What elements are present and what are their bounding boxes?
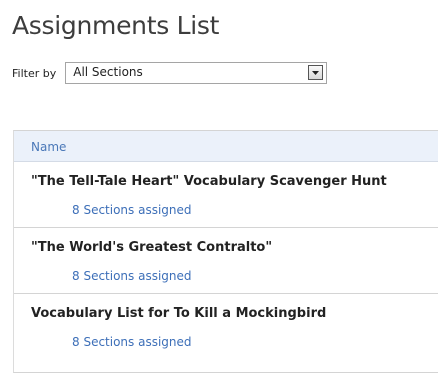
list-item: Vocabulary List for To Kill a Mockingbir…	[14, 294, 438, 360]
section-filter-select[interactable]: All Sections	[65, 62, 328, 84]
sections-assigned-link[interactable]: 8 Sections assigned	[72, 203, 192, 217]
list-item: "The World's Greatest Contralto" 8 Secti…	[14, 228, 438, 294]
assignment-title[interactable]: "The Tell-Tale Heart" Vocabulary Scaveng…	[31, 174, 387, 189]
filter-row: Filter by All Sections	[12, 62, 328, 84]
page-title: Assignments List	[12, 11, 220, 40]
section-filter-value: All Sections	[73, 65, 143, 79]
chevron-down-icon[interactable]	[308, 65, 324, 80]
assignment-title[interactable]: Vocabulary List for To Kill a Mockingbir…	[31, 306, 326, 321]
list-item: "The Tell-Tale Heart" Vocabulary Scaveng…	[14, 162, 438, 228]
filter-label: Filter by	[12, 66, 57, 80]
name-column-header[interactable]: Name	[31, 140, 66, 154]
assignment-title[interactable]: "The World's Greatest Contralto"	[31, 240, 272, 255]
sections-assigned-link[interactable]: 8 Sections assigned	[72, 269, 192, 283]
assignments-list: Name "The Tell-Tale Heart" Vocabulary Sc…	[13, 130, 438, 373]
list-header: Name	[14, 131, 438, 162]
sections-assigned-link[interactable]: 8 Sections assigned	[72, 335, 192, 349]
